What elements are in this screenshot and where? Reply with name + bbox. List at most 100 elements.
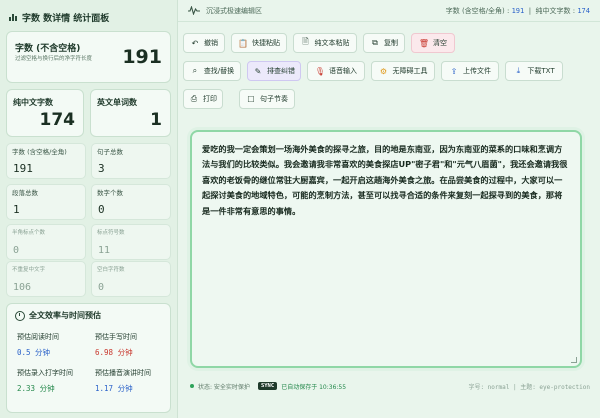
count-label: 字数 (含空格/全角) :	[445, 6, 510, 15]
format-button[interactable]: ✎ 排查纠错	[247, 61, 301, 81]
efficiency-value: 6.98 分钟	[95, 348, 133, 357]
copy-button[interactable]: ⧉ 复制	[363, 33, 405, 53]
stat-card: 句子总数 3	[91, 143, 171, 179]
chinese-count-label: 纯中文字数 :	[535, 6, 576, 15]
saved-status: 已自动保存于 10:36:55	[281, 383, 347, 391]
sidebar-title-text: 字数 数详情 统计面板	[22, 13, 110, 24]
search-icon: ⌕	[192, 66, 198, 75]
efficiency-title: 全文效率与时间预估	[15, 310, 162, 321]
stat-card: 数字个数 0	[91, 184, 171, 220]
accessibility-label: 无障碍工具	[392, 67, 428, 75]
stat-card: 标点符号数 11	[91, 224, 171, 260]
english-words-value: 1	[150, 110, 162, 130]
efficiency-label: 预估手写时间	[95, 333, 137, 341]
text-editor[interactable]: 爱吃的我一定会策划一场海外美食的探寻之旅，目的地是东南亚，因为东南亚的菜系的口味…	[192, 132, 580, 366]
print-button[interactable]: ⎙ 打印	[183, 89, 223, 109]
efficiency-value: 1.17 分钟	[95, 384, 133, 393]
pure-chinese-label: 纯中文字数	[13, 98, 53, 107]
efficiency-item: 预估录入打字时间 2.33 分钟	[17, 368, 87, 394]
status-state: 状态: 安全实时保护	[198, 383, 250, 391]
undo-label: 撤销	[204, 39, 218, 47]
stat-label: 半角标点个数	[12, 230, 46, 236]
stat-value: 191	[13, 162, 33, 175]
stats-sidebar: 字数 数详情 统计面板 字数 (不含空格) 过滤空格与换行后的净字符长度 191…	[0, 0, 178, 418]
format-label: 排查纠错	[267, 67, 295, 75]
topbar-counts: 字数 (含空格/全角) : 191 | 纯中文字数 : 174	[445, 6, 590, 15]
english-words-label: 英文单词数	[97, 98, 137, 107]
upload-label: 上传文件	[463, 67, 491, 75]
paste-button[interactable]: 📋 快捷粘贴	[231, 33, 287, 53]
find-replace-label: 查找/替换	[203, 67, 235, 75]
clear-button[interactable]: 🗑 清空	[411, 33, 455, 53]
editor-topbar: 沉浸式极速编辑区 字数 (含空格/全角) : 191 | 纯中文字数 : 174	[178, 0, 600, 22]
stat-value: 1	[13, 203, 20, 216]
stat-label: 标点符号数	[97, 230, 125, 236]
plain-paste-label: 纯文本粘贴	[314, 39, 350, 47]
undo-button[interactable]: ↶ 撤销	[183, 33, 225, 53]
total-count-sub: 过滤空格与换行后的净字符长度	[15, 56, 93, 62]
find-replace-button[interactable]: ⌕ 查找/替换	[183, 61, 241, 81]
stat-label: 数字个数	[97, 189, 123, 197]
status-dot-icon	[190, 384, 194, 388]
stat-card: 不重复中文字 106	[6, 261, 86, 297]
rhythm-button[interactable]: ☐ 句子节奏	[239, 89, 295, 109]
efficiency-title-text: 全文效率与时间预估	[29, 311, 101, 320]
stat-card: 空白字符数 0	[91, 261, 171, 297]
efficiency-item: 预估手写时间 6.98 分钟	[95, 332, 137, 358]
resize-handle-icon[interactable]	[571, 357, 577, 363]
sync-badge: SYNC	[257, 382, 278, 390]
clear-label: 清空	[433, 39, 447, 47]
stat-label: 句子总数	[97, 148, 123, 156]
editor-panel: 沉浸式极速编辑区 字数 (含空格/全角) : 191 | 纯中文字数 : 174…	[178, 0, 600, 418]
plain-paste-button[interactable]: 🗎 纯文本粘贴	[293, 33, 357, 53]
chinese-count-value: 174	[577, 6, 590, 15]
efficiency-item: 预估播音演讲时间 1.17 分钟	[95, 368, 165, 394]
pure-chinese-value: 174	[39, 110, 76, 130]
undo-icon: ↶	[191, 38, 199, 48]
stat-label: 字数 (含空格/全角)	[12, 148, 67, 156]
status-right: 字号: normal | 主题: eye-protection	[468, 383, 590, 391]
accessibility-button[interactable]: ⚙ 无障碍工具	[371, 61, 435, 81]
voice-input-label: 语音输入	[329, 67, 357, 75]
document-icon: 🗎	[302, 37, 309, 46]
checkbox-icon: ☐	[247, 94, 255, 104]
printer-icon: ⎙	[190, 94, 198, 103]
status-bar: 状态: 安全实时保护 SYNC 已自动保存于 10:36:55 字号: norm…	[190, 380, 590, 392]
efficiency-value: 2.33 分钟	[17, 384, 55, 393]
upload-button[interactable]: ⇪ 上传文件	[441, 61, 499, 81]
voice-input-button[interactable]: 🎙 语音输入	[307, 61, 365, 81]
editor-container: 爱吃的我一定会策划一场海外美食的探寻之旅，目的地是东南亚，因为东南亚的菜系的口味…	[190, 130, 582, 368]
total-count-card: 字数 (不含空格) 过滤空格与换行后的净字符长度 191	[6, 31, 171, 83]
clipboard-icon: 📋	[238, 38, 248, 48]
copy-label: 复制	[384, 39, 398, 47]
pure-chinese-card: 纯中文字数 174	[6, 89, 84, 137]
stat-card: 字数 (含空格/全角) 191	[6, 143, 86, 179]
stat-label: 空白字符数	[97, 267, 125, 273]
efficiency-item: 预估阅读时间 0.5 分钟	[17, 332, 59, 358]
stat-label: 段落总数	[12, 189, 38, 197]
efficiency-label: 预估阅读时间	[17, 333, 59, 341]
stat-value: 0	[13, 245, 20, 256]
microphone-icon: 🎙	[314, 66, 326, 76]
download-label: 下载TXT	[527, 67, 555, 75]
stat-value: 3	[98, 162, 105, 175]
bar-chart-icon	[9, 14, 17, 21]
efficiency-value: 0.5 分钟	[17, 348, 51, 357]
stat-card: 段落总数 1	[6, 184, 86, 220]
total-count-value: 191	[122, 46, 162, 68]
trash-icon: 🗑	[418, 38, 430, 48]
sidebar-title: 字数 数详情 统计面板	[6, 8, 171, 26]
count-value: 191	[511, 6, 525, 15]
download-icon: ⤓	[516, 66, 521, 75]
rhythm-label: 句子节奏	[260, 95, 288, 103]
stat-value: 11	[98, 245, 111, 256]
efficiency-label: 预估录入打字时间	[17, 369, 73, 377]
clock-icon	[15, 310, 25, 321]
efficiency-card: 全文效率与时间预估 预估阅读时间 0.5 分钟 预估手写时间 6.98 分钟 预…	[6, 303, 171, 413]
accessibility-icon: ⚙	[379, 66, 388, 76]
editor-title: 沉浸式极速编辑区	[206, 6, 262, 15]
download-button[interactable]: ⤓ 下载TXT	[505, 61, 563, 81]
format-icon: ✎	[254, 66, 262, 76]
stat-value: 106	[13, 282, 32, 293]
efficiency-label: 预估播音演讲时间	[95, 369, 151, 377]
